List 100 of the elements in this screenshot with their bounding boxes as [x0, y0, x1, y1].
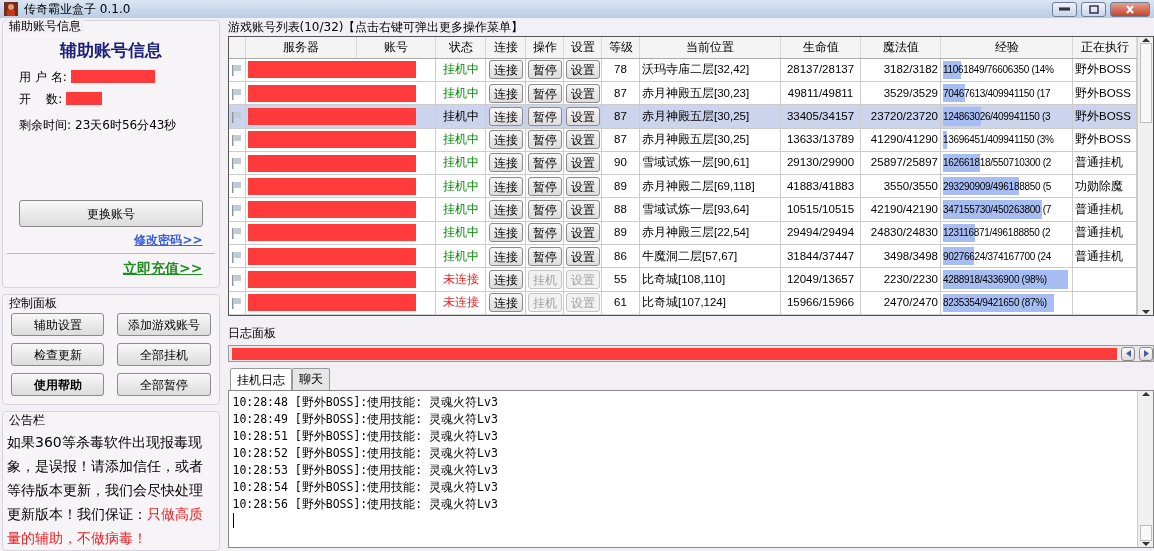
- table-row[interactable]: 挂机中 连接 暂停 设置 88 雪域试炼一层[93,64] 10515/10515 42190/42190 347155730/450263800 (7 普通挂机: [228, 197, 1137, 222]
- scrollbar-thumb[interactable]: [1139, 43, 1152, 123]
- row-button[interactable]: 设置: [565, 153, 600, 173]
- table-row[interactable]: 挂机中 连接 暂停 设置 86 牛魔洞二层[57,67] 31844/37447 3498/3498 90276624/374167700 (24 普通挂机: [228, 244, 1137, 268]
- flag-icon: [231, 203, 243, 216]
- row-button[interactable]: 连接: [488, 199, 523, 219]
- row-button[interactable]: 暂停: [527, 246, 562, 266]
- flag-icon: [231, 110, 243, 123]
- mp-cell: 3498/3498: [883, 249, 938, 262]
- row-button[interactable]: 暂停: [527, 130, 562, 150]
- scrollbar[interactable]: [1137, 37, 1153, 315]
- row-button[interactable]: 暂停: [527, 199, 562, 219]
- control-button[interactable]: 辅助设置: [11, 313, 105, 336]
- location-cell: 牛魔洞二层[57,67]: [642, 249, 738, 262]
- table-row[interactable]: 挂机中 连接 暂停 设置 89 赤月神殿三层[22,54] 29494/29494 24830/24830 123116871/496188850 (2 普通挂机: [228, 221, 1137, 245]
- level-cell: 89: [614, 179, 627, 192]
- row-button[interactable]: 连接: [488, 153, 523, 173]
- down-arrow-icon: [1141, 541, 1150, 547]
- hp-cell: 28137/28137: [786, 63, 855, 76]
- row-button[interactable]: 暂停: [527, 106, 562, 126]
- mp-cell: 3550/3550: [883, 179, 938, 192]
- scrollbar[interactable]: [1137, 391, 1153, 547]
- row-button[interactable]: 连接: [488, 293, 523, 313]
- row-button[interactable]: 设置: [565, 83, 600, 103]
- scrollbar-thumb[interactable]: [1139, 525, 1152, 541]
- flag-icon: [231, 297, 243, 310]
- task-cell: 普通挂机: [1075, 156, 1123, 169]
- control-button[interactable]: 检查更新: [11, 343, 105, 366]
- row-button[interactable]: 设置: [565, 60, 600, 80]
- recharge-link[interactable]: 立即充值>>: [123, 258, 203, 279]
- flag-icon: [231, 273, 243, 286]
- level-cell: 87: [614, 86, 627, 99]
- mp-cell: 41290/41290: [870, 133, 938, 146]
- scroll-left-button[interactable]: [1121, 346, 1135, 361]
- column-header: 账号: [356, 37, 436, 59]
- row-button[interactable]: 连接: [488, 106, 523, 126]
- log-line: 10:28:52 [野外BOSS]:使用技能: 灵魂火符Lv3: [232, 445, 499, 462]
- flag-icon: [231, 134, 243, 147]
- row-button[interactable]: 连接: [488, 60, 523, 80]
- change-password-link[interactable]: 修改密码>>: [134, 231, 203, 249]
- row-button[interactable]: 暂停: [527, 176, 562, 196]
- control-button[interactable]: 全部暂停: [117, 373, 211, 396]
- flag-icon: [231, 87, 243, 100]
- level-cell: 86: [614, 249, 627, 262]
- column-header: 魔法值: [860, 37, 941, 59]
- row-button[interactable]: 设置: [565, 223, 600, 243]
- control-button[interactable]: 添加游戏账号: [117, 313, 211, 336]
- row-button[interactable]: 暂停: [527, 223, 562, 243]
- row-button[interactable]: 设置: [565, 130, 600, 150]
- log-line: 10:28:49 [野外BOSS]:使用技能: 灵魂火符Lv3: [232, 411, 499, 428]
- mp-cell: 25897/25897: [870, 156, 938, 169]
- row-button[interactable]: 连接: [488, 269, 523, 289]
- status-text: 挂机中: [442, 86, 479, 99]
- table-row[interactable]: 挂机中 连接 暂停 设置 87 赤月神殿五层[30,25] 13633/13789 41290/41290 13696451/409941150 (3% 野外BOSS: [228, 128, 1137, 152]
- close-button[interactable]: [1110, 1, 1150, 17]
- column-header: 经验: [940, 37, 1073, 59]
- control-button[interactable]: 使用帮助: [11, 373, 105, 396]
- row-button[interactable]: 设置: [565, 246, 600, 266]
- mp-cell: 2470/2470: [883, 296, 938, 309]
- row-button[interactable]: 暂停: [527, 83, 562, 103]
- status-text: 挂机中: [442, 202, 479, 215]
- list-title: 游戏账号列表(10/32)【点击右键可弹出更多操作菜单】: [227, 19, 525, 36]
- level-cell: 55: [614, 272, 627, 285]
- row-button[interactable]: 连接: [488, 176, 523, 196]
- row-button[interactable]: 设置: [565, 199, 600, 219]
- scroll-right-button[interactable]: [1139, 346, 1153, 361]
- table-row[interactable]: 挂机中 连接 暂停 设置 78 沃玛寺庙二层[32,42] 28137/28137 3182/3182 11061849/76606350 (14% 野外BOSS: [228, 58, 1137, 82]
- status-text: 挂机中: [442, 179, 479, 192]
- task-cell: 功勋除魔: [1075, 179, 1123, 192]
- mp-cell: 3529/3529: [883, 86, 938, 99]
- switch-account-button[interactable]: 更换账号: [19, 200, 203, 227]
- flag-icon: [231, 180, 243, 193]
- table-row[interactable]: 挂机中 连接 暂停 设置 89 赤月神殿二层[69,118] 41883/41883 3550/3550 293290909/496188850 (5 功勋除魔: [228, 174, 1137, 198]
- notice-text: 如果360等杀毒软件出现报毒现象，是误报！请添加信任，或者等待版本更新，我们会尽快处理更新版本！我们保证：只做高质量的辅助，不做病毒！: [6, 433, 204, 548]
- row-button[interactable]: 暂停: [527, 60, 562, 80]
- minimize-button[interactable]: [1052, 1, 1077, 17]
- mp-cell: 24830/24830: [870, 226, 938, 239]
- row-button[interactable]: 连接: [488, 223, 523, 243]
- table-row[interactable]: 挂机中 连接 暂停 设置 90 雪域试炼一层[90,61] 29130/29900 25897/25897 162661818/550710300 (2 普通挂机: [228, 151, 1137, 175]
- row-button[interactable]: 设置: [565, 176, 600, 196]
- exp-text: 293290909/496188850 (5: [943, 180, 1051, 192]
- tab[interactable]: 挂机日志: [229, 368, 292, 390]
- control-button[interactable]: 全部挂机: [117, 343, 211, 366]
- tab[interactable]: 聊天: [291, 368, 330, 390]
- row-button[interactable]: 连接: [488, 246, 523, 266]
- row-button[interactable]: 连接: [488, 83, 523, 103]
- maximize-button[interactable]: [1081, 1, 1106, 17]
- location-cell: 雪域试炼一层[90,61]: [642, 156, 750, 169]
- row-button[interactable]: 暂停: [527, 153, 562, 173]
- table-row[interactable]: 挂机中 连接 暂停 设置 87 赤月神殿五层[30,23] 49811/49811 3529/3529 70467613/409941150 (17 野外BOSS: [228, 81, 1137, 105]
- location-cell: 比奇城[108,110]: [642, 272, 726, 285]
- table-row[interactable]: 挂机中 连接 暂停 设置 87 赤月神殿五层[30,25] 33405/34157 23720/23720 124863026/409941150 (3 野外BOSS: [228, 104, 1137, 129]
- field-label: 剩余时间:: [19, 116, 72, 134]
- flag-icon: [231, 157, 243, 170]
- row-button[interactable]: 连接: [488, 130, 523, 150]
- exp-text: 347155730/450263800 (7: [943, 203, 1051, 215]
- hp-cell: 29130/29900: [786, 156, 855, 169]
- hp-cell: 29494/29494: [786, 226, 855, 239]
- row-button[interactable]: 设置: [565, 106, 600, 126]
- hp-cell: 31844/37447: [786, 249, 855, 262]
